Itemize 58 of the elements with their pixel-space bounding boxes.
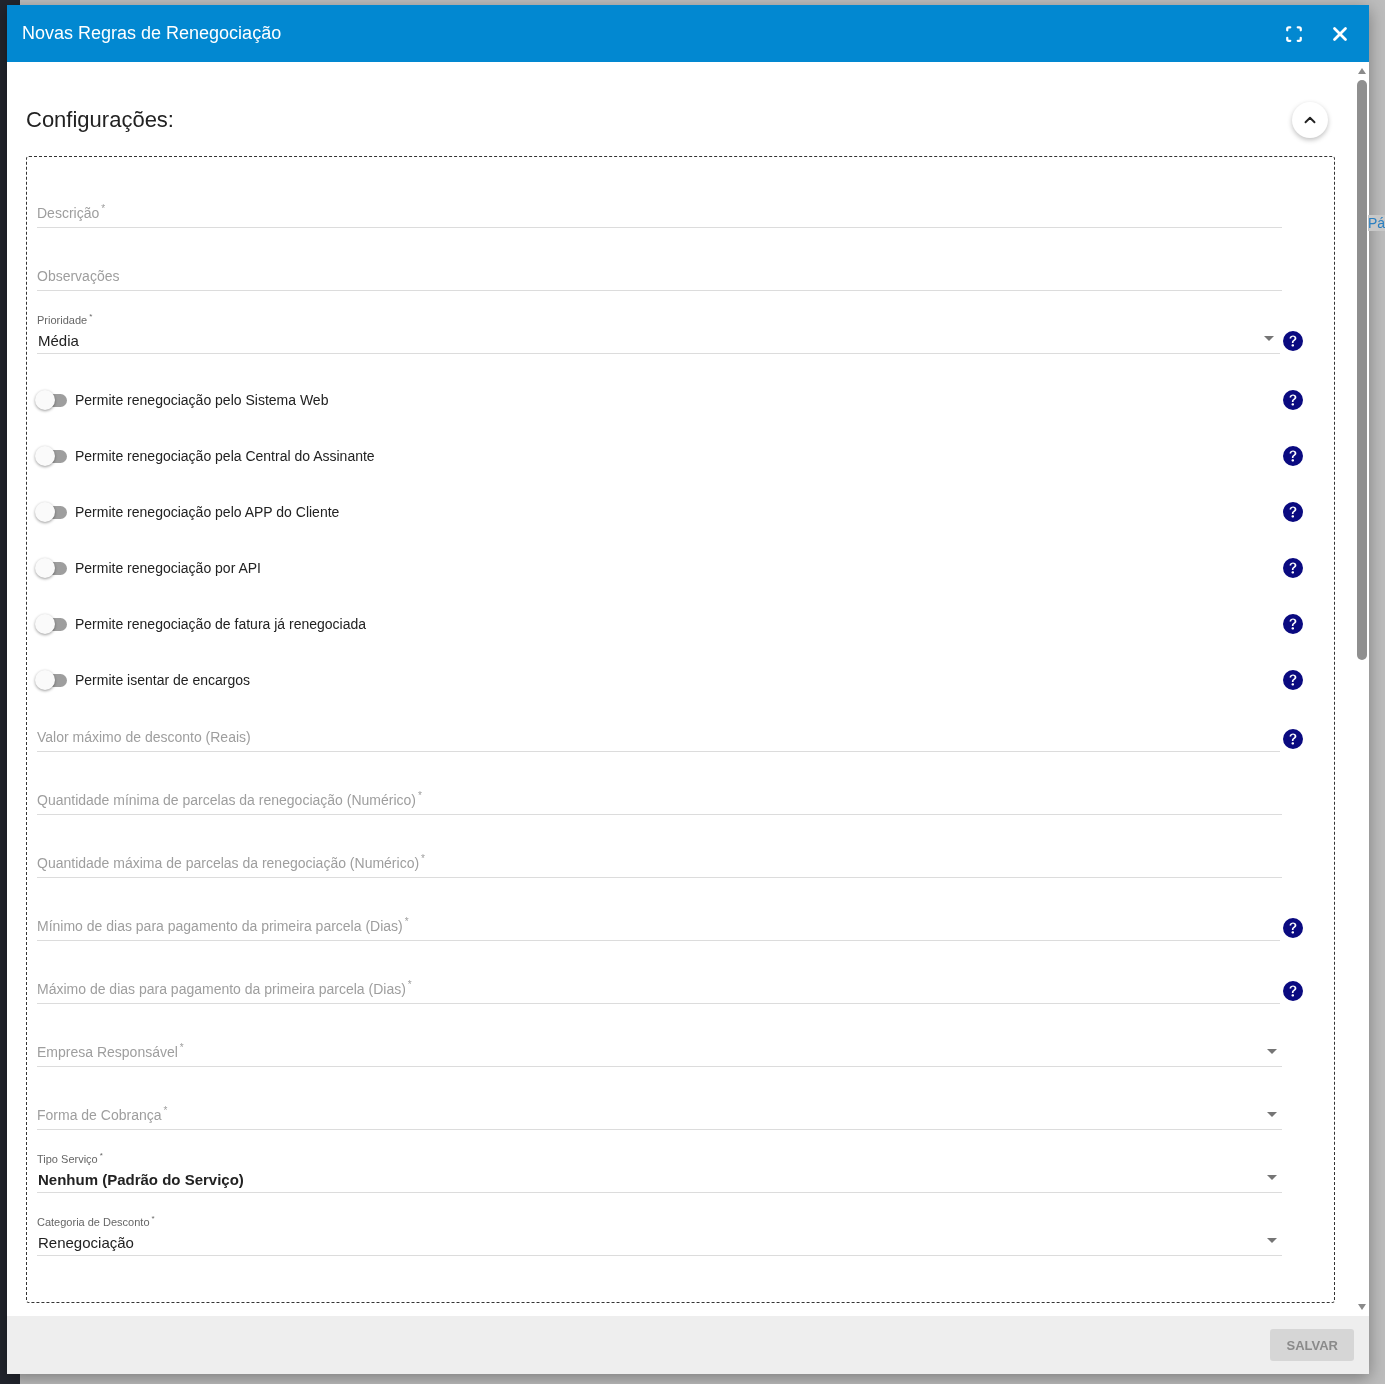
caret-icon <box>1267 1238 1277 1243</box>
text-field[interactable]: Quantidade mínima de parcelas da renegociação (Numérico)$^{*}$ <box>37 752 1282 815</box>
field-label: Prioridade $^{*}$ <box>37 312 93 326</box>
caret-icon <box>1264 336 1274 341</box>
toggle-label: Permite isentar de encargos <box>75 672 252 688</box>
select-field[interactable]: Empresa Responsável$^{*}$ <box>37 1004 1282 1067</box>
toggle-switch[interactable] <box>35 670 67 690</box>
field-label: Forma de Cobrança$^{*}$ <box>37 1105 168 1123</box>
help-icon[interactable] <box>1283 670 1303 690</box>
caret-icon <box>1267 1049 1277 1054</box>
caret-icon <box>1267 1112 1277 1117</box>
text-field[interactable]: Quantidade máxima de parcelas da renegociação (Numérico)$^{*}$ <box>37 815 1282 878</box>
help-icon[interactable] <box>1283 446 1303 466</box>
toggle-switch[interactable] <box>35 502 67 522</box>
text-field[interactable]: Mínimo de dias para pagamento da primeira parcela (Dias)$^{*}$ <box>37 878 1280 941</box>
select-field[interactable]: Categoria de Desconto $^{*}$ Renegociação <box>37 1193 1282 1256</box>
field-label: Máximo de dias para pagamento da primeira parcela (Dias)$^{*}$ <box>37 979 412 997</box>
select-field[interactable]: Tipo Serviço $^{*}$ Nenhum (Padrão do Serviço) <box>37 1130 1282 1193</box>
field-label: Categoria de Desconto $^{*}$ <box>37 1214 155 1228</box>
toggle-switch[interactable] <box>35 446 67 466</box>
toggle-label: Permite renegociação pela Central do Assinante <box>75 448 376 464</box>
help-icon[interactable] <box>1283 614 1303 634</box>
collapse-button[interactable] <box>1292 102 1328 138</box>
select-value: Média <box>38 332 79 349</box>
help-icon[interactable] <box>1283 502 1303 522</box>
toggle-switch[interactable] <box>35 614 67 634</box>
text-field[interactable]: Observações <box>37 228 1282 291</box>
field-label: Mínimo de dias para pagamento da primeira parcela (Dias)$^{*}$ <box>37 916 409 934</box>
toggle-switch[interactable] <box>35 558 67 578</box>
section-title: Configurações: <box>26 107 174 133</box>
text-field[interactable]: Descrição$^{*}$ <box>37 165 1282 228</box>
toggle-label: Permite renegociação por API <box>75 560 262 576</box>
field-label: Valor máximo de desconto (Reais) <box>37 729 251 745</box>
caret-icon <box>1267 1175 1277 1180</box>
field-label: Descrição$^{*}$ <box>37 203 106 221</box>
help-icon[interactable] <box>1283 729 1303 749</box>
help-icon[interactable] <box>1283 331 1303 351</box>
select-value: Nenhum (Padrão do Serviço) <box>38 1171 244 1188</box>
text-field[interactable]: Máximo de dias para pagamento da primeira parcela (Dias)$^{*}$ <box>37 941 1280 1004</box>
help-icon[interactable] <box>1283 981 1303 1001</box>
toggle-label: Permite renegociação de fatura já renegociada <box>75 616 368 632</box>
text-field[interactable]: Valor máximo de desconto (Reais) <box>37 689 1280 752</box>
toggle-label: Permite renegociação pelo Sistema Web <box>75 392 330 408</box>
field-label: Tipo Serviço $^{*}$ <box>37 1151 103 1165</box>
field-label: Empresa Responsável$^{*}$ <box>37 1042 184 1060</box>
field-label: Observações <box>37 268 120 284</box>
field-label: Quantidade máxima de parcelas da renegociação (Numérico)$^{*}$ <box>37 853 425 871</box>
dialog-title: Novas Regras de Renegociação <box>22 23 283 44</box>
select-value: Renegociação <box>38 1234 134 1251</box>
toggle-label: Permite renegociação pelo APP do Cliente <box>75 504 341 520</box>
help-icon[interactable] <box>1283 558 1303 578</box>
help-icon[interactable] <box>1283 390 1303 410</box>
fullscreen-icon[interactable] <box>1285 24 1303 43</box>
help-icon[interactable] <box>1283 918 1303 938</box>
select-field[interactable]: Prioridade $^{*}$ Média <box>37 291 1280 354</box>
select-field[interactable]: Forma de Cobrança$^{*}$ <box>37 1067 1282 1130</box>
toggle-switch[interactable] <box>35 390 67 410</box>
field-label: Quantidade mínima de parcelas da renegociação (Numérico)$^{*}$ <box>37 790 422 808</box>
